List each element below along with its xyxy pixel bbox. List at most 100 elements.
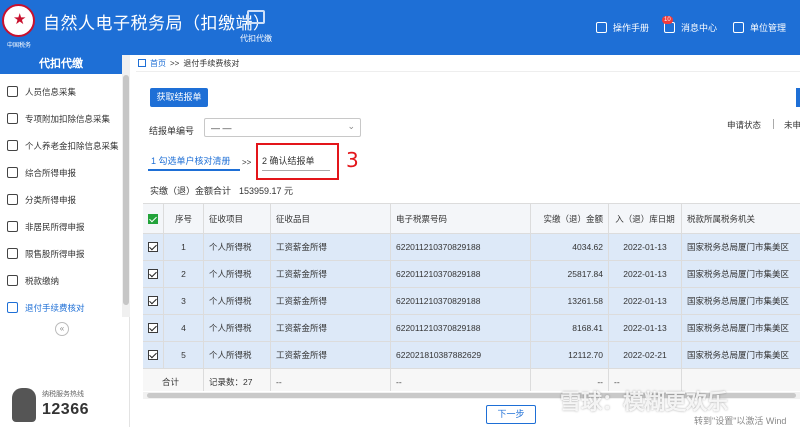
row-checkbox-cell[interactable] [143,315,164,341]
table-row[interactable]: 1 个人所得税 工资薪金所得 622011210370829188 4034.6… [143,234,800,261]
right-edge-button[interactable] [796,88,800,107]
sidebar-item-restricted-stock[interactable]: 限售股所得申报 [0,240,122,267]
row-seq: 4 [164,315,204,341]
table-row[interactable]: 5 个人所得税 工资薪金所得 622021810387882629 12112.… [143,342,800,369]
row-amount: 4034.62 [531,234,609,260]
home-icon [138,59,146,67]
breadcrumb-separator: >> [170,58,180,68]
table-row[interactable]: 3 个人所得税 工资薪金所得 622011210370829188 13261.… [143,288,800,315]
footer-dash: -- [391,369,531,391]
row-date: 2022-01-13 [609,261,682,287]
row-levy-item: 个人所得税 [204,261,271,287]
amount-summary-value: 153959.17 元 [239,186,294,196]
table-row[interactable]: 2 个人所得税 工资薪金所得 622011210370829188 25817.… [143,261,800,288]
row-checkbox-cell[interactable] [143,342,164,368]
sidebar-item-label: 个人养老金扣除信息采集 [25,140,119,151]
check-doc-icon [7,302,18,313]
row-levy-item: 个人所得税 [204,288,271,314]
unit-management-link[interactable]: 单位管理 [733,20,786,34]
apply-status-value: 未申 [784,120,800,130]
table-row[interactable]: 4 个人所得税 工资薪金所得 622011210370829188 8168.4… [143,315,800,342]
footer-dash: -- [271,369,391,391]
next-step-button[interactable]: 下一步 [486,405,536,424]
row-ticket-number: 622011210370829188 [391,234,531,260]
app-header: ★ 中国税务 自然人电子税务局（扣缴端） 代扣代缴 操作手册 10 消息中心 单… [0,0,800,55]
sidebar-scroll-thumb[interactable] [123,75,129,305]
manual-link[interactable]: 操作手册 [596,20,649,34]
logo-text: 中国税务 [6,43,31,49]
step-arrow: >> [242,158,252,167]
row-levy-category: 工资薪金所得 [271,315,391,341]
header-amount: 实缴（退）金额 [531,204,609,233]
pie-icon [7,194,18,205]
breadcrumb: 首页 >> 退付手续费核对 [136,55,800,72]
unit-label: 单位管理 [750,22,787,33]
annotation-highlight-box [256,143,339,180]
row-levy-category: 工资薪金所得 [271,288,391,314]
sidebar-item-comprehensive[interactable]: 综合所得申报 [0,159,122,186]
select-all-cell[interactable] [143,204,164,233]
detail-table: 序号 征收项目 征收品目 电子税票号码 实缴（退）金额 入（退）库日期 税款所属… [143,203,800,391]
step-1-tab[interactable]: 1 勾选单户核对清册 [148,154,240,171]
row-tax-authority: 国家税务总局厦门市集美区 [687,269,790,279]
sidebar-item-label: 退付手续费核对 [25,302,85,313]
sidebar-item-special-deduction[interactable]: 专项附加扣除信息采集 [0,105,122,132]
report-number-label: 结报单编号 [149,126,195,136]
row-checkbox[interactable] [148,269,158,279]
row-ticket-number: 622011210370829188 [391,261,531,287]
chart-icon [7,248,18,259]
unit-icon [733,21,744,33]
collapse-sidebar-button[interactable]: « [55,322,69,336]
row-tax-authority: 国家税务总局厦门市集美区 [687,323,790,333]
row-checkbox-cell[interactable] [143,261,164,287]
sidebar: 代扣代缴 人员信息采集 专项附加扣除信息采集 个人养老金扣除信息采集 综合所得申… [0,55,130,427]
row-checkbox[interactable] [148,323,158,333]
message-label: 消息中心 [681,22,718,33]
sidebar-item-nonresident[interactable]: 非居民所得申报 [0,213,122,240]
message-center-link[interactable]: 10 消息中心 [662,15,718,34]
layers-icon [7,167,18,178]
sidebar-item-classified[interactable]: 分类所得申报 [0,186,122,213]
row-levy-category: 工资薪金所得 [271,342,391,368]
row-checkbox-cell[interactable] [143,234,164,260]
footer-total-label: 合计 [143,369,204,391]
row-ticket-number: 622011210370829188 [391,288,531,314]
sidebar-item-tax-payment[interactable]: 税款缴纳 [0,267,122,294]
person-icon [7,86,18,97]
row-seq: 1 [164,234,204,260]
annotation-number: 3 [346,148,359,172]
sidebar-item-fee-refund[interactable]: 退付手续费核对 [0,294,122,321]
breadcrumb-home[interactable]: 首页 [150,58,166,69]
select-all-checkbox[interactable] [148,213,158,224]
header-date: 入（退）库日期 [609,204,682,233]
row-checkbox[interactable] [148,350,158,360]
get-report-button[interactable]: 获取结报单 [150,88,208,107]
row-seq: 3 [164,288,204,314]
sidebar-title: 代扣代缴 [0,55,122,74]
row-checkbox[interactable] [148,296,158,306]
row-amount: 8168.41 [531,315,609,341]
message-badge: 10 [662,15,673,24]
nav-tab-withholding[interactable]: 代扣代缴 [223,0,289,55]
row-date: 2022-01-13 [609,234,682,260]
message-icon: 10 [662,15,675,33]
sidebar-item-label: 非居民所得申报 [25,221,85,232]
sidebar-scrollbar[interactable] [122,55,130,317]
hotline-label: 纳税服务热线 [42,391,84,398]
sidebar-item-label: 税款缴纳 [25,275,60,286]
user-icon [7,221,18,232]
row-checkbox-cell[interactable] [143,288,164,314]
tax-emblem-logo: ★ [2,4,35,37]
sidebar-item-pension[interactable]: 个人养老金扣除信息采集 [0,132,122,159]
row-date: 2022-01-13 [609,288,682,314]
activate-windows-text: 转到"设置"以激活 Wind [694,416,787,426]
sidebar-item-person-info[interactable]: 人员信息采集 [0,78,122,105]
row-checkbox[interactable] [148,242,158,252]
row-levy-item: 个人所得税 [204,234,271,260]
row-amount: 13261.58 [531,288,609,314]
row-amount: 25817.84 [531,261,609,287]
hotline-number: 12366 [42,401,89,418]
report-number-select[interactable]: — — ⌄ [204,118,361,137]
sidebar-item-label: 专项附加扣除信息采集 [25,113,111,124]
header-levy-item: 征收项目 [204,204,271,233]
